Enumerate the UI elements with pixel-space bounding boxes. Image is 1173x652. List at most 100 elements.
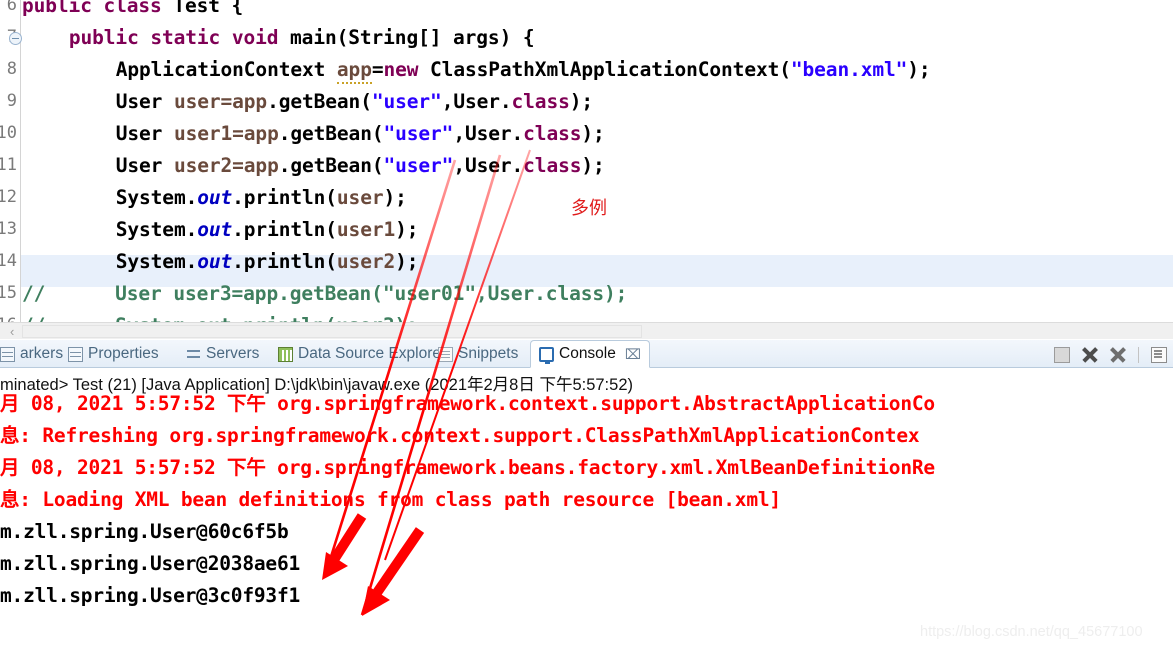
code-token: "user" [383, 154, 454, 177]
code-token: .println( [232, 218, 337, 241]
code-token: =app [232, 122, 279, 145]
code-token: new [383, 58, 431, 81]
servers-icon [186, 347, 201, 362]
watermark: https://blog.csdn.net/qq_45677100 [920, 624, 1143, 640]
code-line[interactable]: public class Test { [22, 0, 243, 22]
code-token: Test { [173, 0, 244, 17]
stop-square-icon[interactable] [1054, 347, 1070, 363]
code-token: "user" [371, 90, 442, 113]
code-token: class [511, 90, 570, 113]
close-all-x-icon[interactable] [1110, 347, 1126, 363]
code-token: .getBean( [278, 122, 384, 145]
code-token: user [173, 90, 221, 113]
tab-console[interactable]: Console ⌧ [530, 340, 651, 368]
tab-label: Servers [206, 345, 260, 362]
code-text-area[interactable]: public class Test {public static void ma… [22, 0, 1173, 322]
code-line[interactable]: ApplicationContext app=new ClassPathXmlA… [22, 54, 931, 86]
console-icon [539, 346, 554, 364]
code-token: ); [581, 122, 605, 145]
code-token: user2 [173, 154, 233, 177]
line-number: 9 [6, 91, 17, 111]
annotation-text-duoli: 多例 [571, 198, 607, 219]
line-number: 6 [6, 0, 17, 15]
code-token: .println( [232, 186, 337, 209]
code-token: =app [232, 154, 279, 177]
code-token: // System.out.println(user3); [22, 314, 418, 322]
code-token: user2 [336, 250, 396, 273]
properties-icon [68, 346, 83, 362]
code-editor[interactable]: 678910111213141516 public class Test {pu… [0, 0, 1173, 339]
code-token: "user" [383, 122, 454, 145]
code-token: // User user3=app.getBean("user01",User.… [22, 282, 628, 305]
code-token: User [115, 90, 174, 113]
code-token: public class [22, 0, 174, 17]
code-token: ClassPathXmlApplicationContext( [430, 58, 791, 81]
close-icon[interactable]: ⌧ [625, 346, 641, 363]
view-tab-bar[interactable]: arkers Properties Servers Data Source Explo… [0, 340, 1173, 368]
scrollbar-thumb[interactable] [22, 325, 642, 338]
console-toolbar[interactable] [1054, 344, 1167, 366]
code-token: .println( [232, 250, 337, 273]
clear-console-icon[interactable] [1151, 347, 1167, 363]
editor-horizontal-scrollbar[interactable]: ‹ [0, 322, 1173, 339]
scroll-left-chevron-icon[interactable]: ‹ [10, 325, 21, 338]
code-token: System. [115, 186, 198, 209]
code-token: out [197, 250, 233, 273]
code-line[interactable]: User user2=app.getBean("user",User.class… [22, 150, 605, 182]
code-token: ); [581, 154, 605, 177]
code-token: System. [115, 250, 198, 273]
toolbar-divider [1138, 347, 1139, 363]
tab-data-source-explorer[interactable]: Data Source Explorer [278, 340, 446, 368]
code-line[interactable]: User user=app.getBean("user",User.class)… [22, 86, 593, 118]
console-output-line: m.zll.spring.User@60c6f5b [0, 520, 289, 543]
code-token: user1 [336, 218, 396, 241]
tab-label: Properties [88, 345, 159, 362]
code-token: ApplicationContext [115, 58, 337, 81]
line-number: 14 [0, 251, 17, 271]
console-error-line: 息: Refreshing org.springframework.contex… [0, 424, 920, 447]
editor-gutter[interactable]: 678910111213141516 [0, 0, 22, 335]
markers-icon [0, 346, 15, 362]
snippets-icon [438, 346, 453, 362]
line-number: 8 [6, 59, 17, 79]
console-output[interactable]: 月 08, 2021 5:57:52 下午 org.springframewor… [0, 394, 1173, 652]
code-token: System. [115, 218, 198, 241]
code-token: public static void [68, 26, 291, 49]
tab-label: arkers [20, 345, 64, 362]
tab-snippets[interactable]: Snippets [438, 340, 518, 368]
tab-arkers[interactable]: arkers [0, 340, 63, 368]
code-token: user [336, 186, 384, 209]
code-token: ,User. [453, 154, 524, 177]
console-error-line: 月 08, 2021 5:57:52 下午 org.springframewor… [0, 456, 935, 479]
tab-label: Snippets [458, 345, 519, 362]
code-token: ); [383, 186, 407, 209]
console-error-line: 息: Loading XML bean definitions from cla… [0, 488, 781, 511]
tab-label: Data Source Explorer [298, 345, 447, 362]
console-output-line: m.zll.spring.User@3c0f93f1 [0, 584, 301, 607]
line-number: 13 [0, 219, 17, 239]
code-token: class [523, 154, 582, 177]
code-line[interactable]: // System.out.println(user3); [22, 310, 418, 322]
code-token: ,User. [441, 90, 512, 113]
close-x-icon[interactable] [1082, 347, 1098, 363]
code-token: = [371, 58, 384, 81]
code-token: out [197, 186, 233, 209]
code-line[interactable]: System.out.println(user1); [22, 214, 419, 246]
code-token: User [115, 122, 174, 145]
code-line[interactable]: System.out.println(user2); [22, 246, 419, 278]
code-token: class [523, 122, 582, 145]
code-line[interactable]: System.out.println(user); [22, 182, 407, 214]
line-number: 12 [0, 187, 17, 207]
tab-properties[interactable]: Properties [68, 340, 159, 368]
code-token: ); [569, 90, 594, 113]
code-token: User [115, 154, 174, 177]
console-launch-header: minated> Test (21) [Java Application] D:… [0, 376, 633, 394]
tab-label: Console [559, 345, 616, 362]
code-line[interactable]: User user1=app.getBean("user",User.class… [22, 118, 605, 150]
line-number: 10 [0, 123, 17, 143]
tab-servers[interactable]: Servers [186, 340, 259, 368]
code-token: .getBean( [278, 154, 384, 177]
code-line[interactable]: // User user3=app.getBean("user01",User.… [22, 278, 627, 310]
code-line[interactable]: public static void main(String[] args) { [22, 22, 535, 54]
fold-collapse-icon[interactable] [9, 32, 22, 45]
